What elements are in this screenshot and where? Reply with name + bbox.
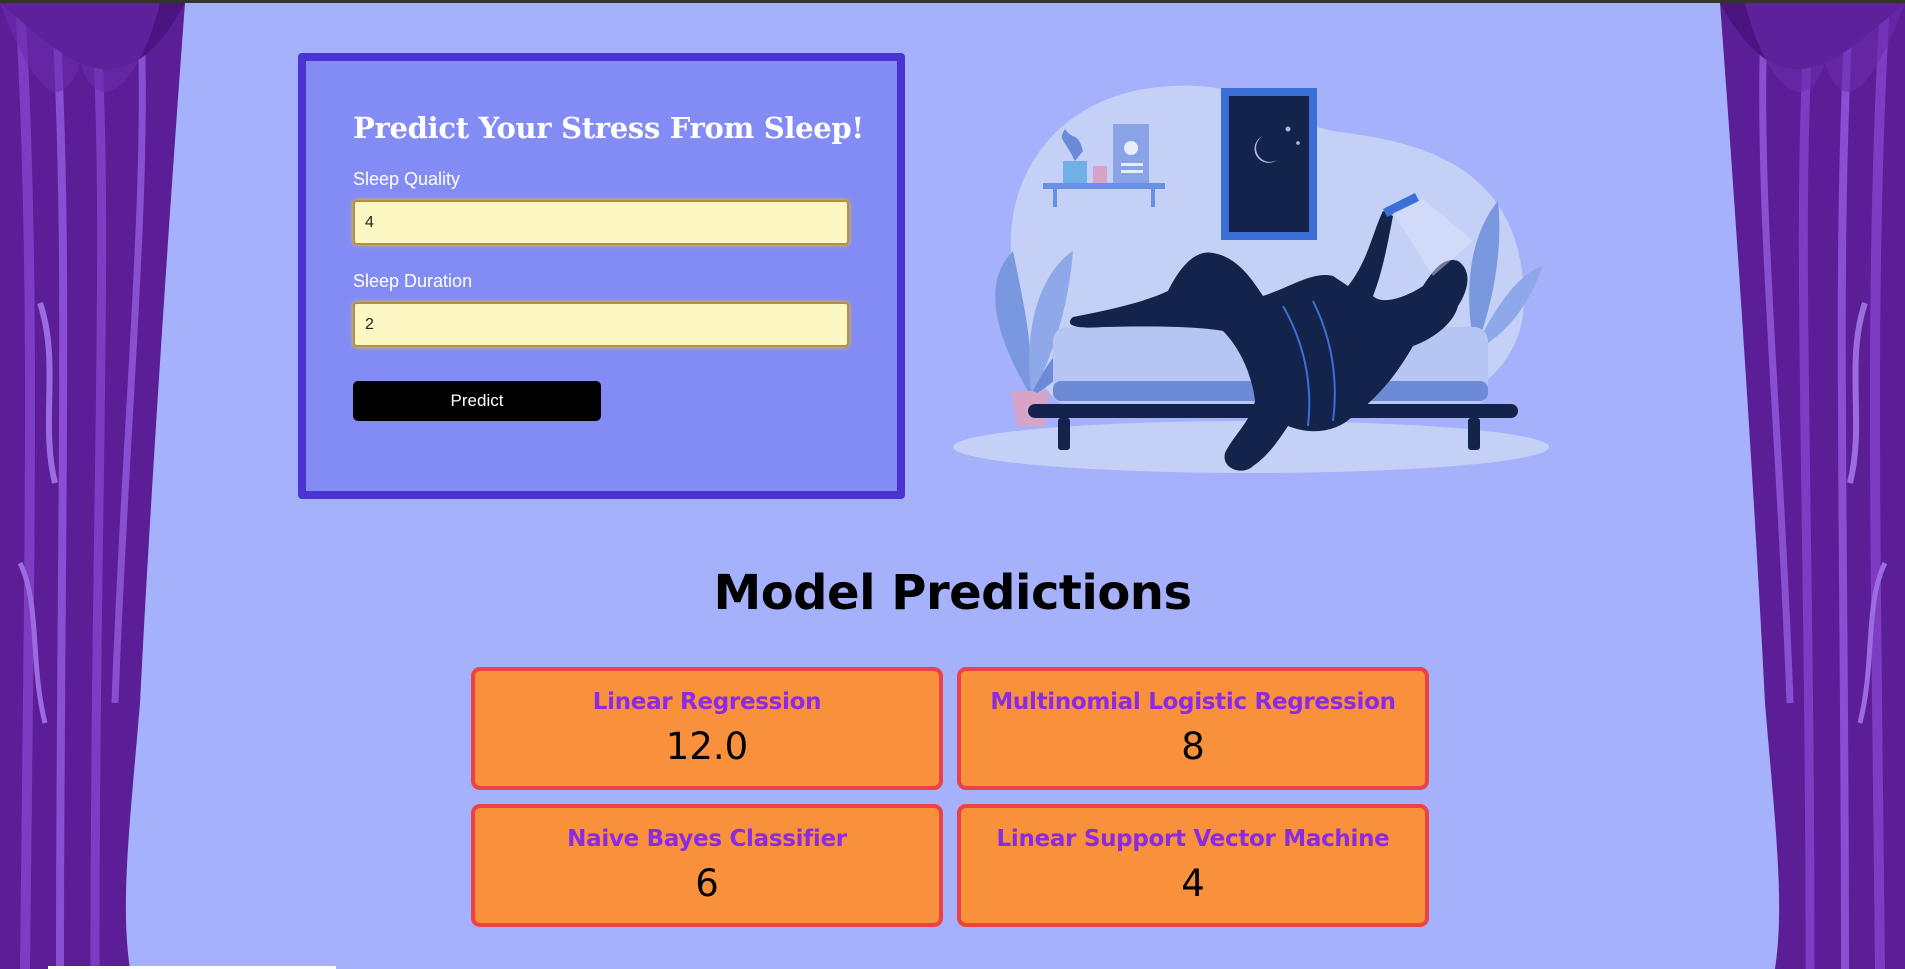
sleep-duration-input[interactable] bbox=[353, 302, 849, 347]
sleep-quality-input[interactable] bbox=[353, 200, 849, 245]
right-curtain-decoration bbox=[1720, 3, 1905, 969]
model-name: Linear Regression bbox=[592, 689, 822, 715]
person-lying-on-bed-with-phone-illustration bbox=[953, 81, 1553, 481]
prediction-value: 8 bbox=[1181, 725, 1205, 768]
model-name: Linear Support Vector Machine bbox=[996, 826, 1390, 852]
form-title: Predict Your Stress From Sleep! bbox=[353, 111, 864, 145]
prediction-card-linear-regression: Linear Regression 12.0 bbox=[471, 667, 943, 790]
sleep-duration-label: Sleep Duration bbox=[353, 271, 473, 291]
left-curtain-decoration bbox=[0, 3, 185, 969]
predict-button[interactable]: Predict bbox=[353, 381, 601, 421]
predictions-grid: Linear Regression 12.0 Multinomial Logis… bbox=[471, 667, 1431, 927]
model-predictions-title: Model Predictions bbox=[713, 565, 1192, 621]
model-name: Naive Bayes Classifier bbox=[567, 826, 847, 852]
prediction-value: 12.0 bbox=[665, 725, 749, 768]
sleep-quality-label: Sleep Quality bbox=[353, 169, 461, 189]
model-name: Multinomial Logistic Regression bbox=[990, 689, 1396, 715]
prediction-card-naive-bayes: Naive Bayes Classifier 6 bbox=[471, 804, 943, 927]
prediction-value: 6 bbox=[695, 862, 719, 905]
prediction-card-multinomial-logistic-regression: Multinomial Logistic Regression 8 bbox=[957, 667, 1429, 790]
prediction-value: 4 bbox=[1181, 862, 1205, 905]
prediction-form-card: Predict Your Stress From Sleep! Sleep Qu… bbox=[298, 53, 905, 499]
prediction-card-linear-svm: Linear Support Vector Machine 4 bbox=[957, 804, 1429, 927]
